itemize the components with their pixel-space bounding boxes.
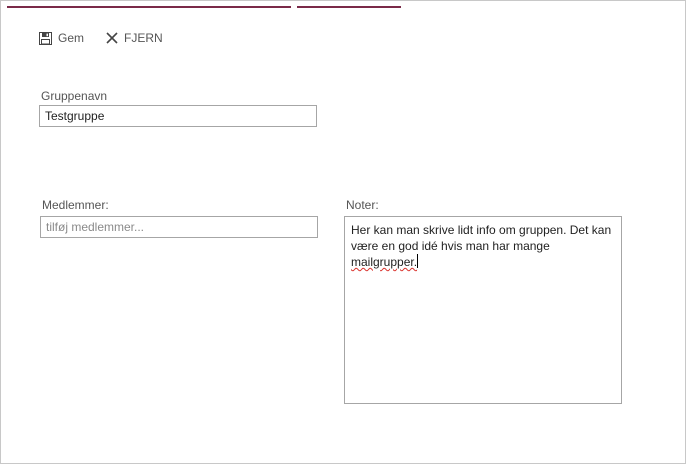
- group-name-input[interactable]: [39, 105, 317, 127]
- group-name-label: Gruppenavn: [41, 89, 108, 103]
- members-input[interactable]: [40, 216, 318, 238]
- tab-indicator-secondary: [297, 6, 401, 8]
- text-cursor: [417, 254, 419, 268]
- save-label: Gem: [58, 31, 85, 45]
- remove-button[interactable]: FJERN: [106, 31, 163, 45]
- notes-textarea[interactable]: Her kan man skrive lidt info om gruppen.…: [344, 216, 622, 404]
- remove-label: FJERN: [124, 31, 163, 45]
- close-icon: [106, 32, 118, 44]
- notes-misspelled-word: mailgrupper.: [351, 255, 418, 269]
- notes-label: Noter:: [346, 198, 379, 212]
- save-button[interactable]: Gem: [39, 31, 84, 45]
- tab-indicator-active: [7, 6, 291, 8]
- toolbar: Gem FJERN: [39, 31, 185, 45]
- form-window: Gem FJERN Gruppenavn Medlemmer: Noter: H…: [0, 0, 686, 464]
- floppy-disk-icon: [39, 31, 52, 45]
- members-label: Medlemmer:: [42, 198, 109, 212]
- notes-text: Her kan man skrive lidt info om gruppen.…: [351, 223, 612, 253]
